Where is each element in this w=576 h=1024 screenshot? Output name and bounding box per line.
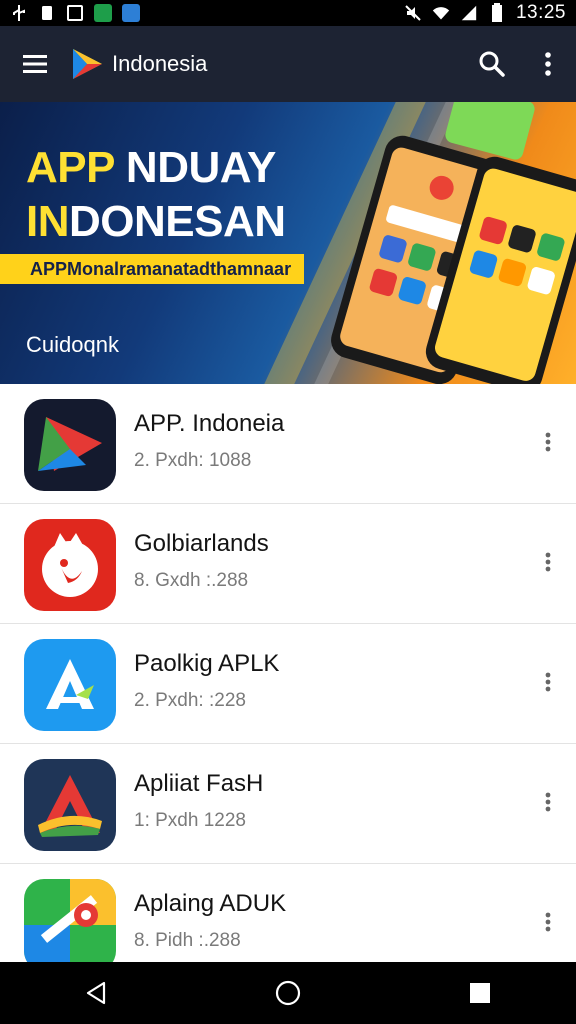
play-triangle-icon [24, 399, 116, 491]
item-name: Apliiat FasH [134, 770, 264, 797]
wifi-icon [432, 4, 450, 22]
status-right-icons: 13:25 [404, 2, 566, 24]
triangle-a-icon [24, 759, 116, 851]
more-vert-icon [545, 912, 551, 932]
more-vert-icon [545, 672, 551, 692]
banner-headline-2: INDONESAN [26, 197, 286, 246]
clock: 13:25 [515, 2, 566, 23]
item-name: APP. Indoneia [134, 410, 285, 437]
item-text: APP. Indoneia 2. Pxdh: 1088 [134, 410, 284, 472]
letter-a-icon [24, 639, 116, 731]
home-icon [275, 980, 301, 1006]
item-more-button[interactable] [536, 660, 560, 704]
signal-icon [460, 4, 478, 22]
list-item[interactable]: APP. Indoneia 2. Pxdh: 1088 [0, 384, 576, 504]
usb-icon [10, 4, 28, 22]
search-button[interactable] [464, 26, 520, 102]
item-name: Aplaing ADUK [134, 890, 287, 917]
home-button[interactable] [258, 962, 318, 1024]
item-meta: 2. Pxdh: :228 [134, 690, 246, 711]
menu-icon [23, 55, 47, 73]
app-blue-icon [122, 4, 140, 22]
banner-subtitle: Cuidoqnk [26, 332, 119, 357]
more-vert-icon [545, 432, 551, 452]
item-name: Golbiarlands [134, 530, 269, 557]
recents-icon [470, 983, 490, 1003]
item-text: Apliiat FasH 1: Pxdh 1228 [134, 770, 263, 832]
back-icon [86, 981, 106, 1005]
menu-button[interactable] [0, 26, 70, 102]
list-item[interactable]: Apliiat FasH 1: Pxdh 1228 [0, 744, 576, 864]
item-more-button[interactable] [536, 540, 560, 584]
app-title: Indonesia [112, 51, 208, 76]
sim-icon [38, 4, 56, 22]
app-green-icon [94, 4, 112, 22]
battery-icon [488, 3, 506, 22]
more-vert-icon [545, 552, 551, 572]
item-meta: 2. Pxdh: 1088 [134, 450, 252, 471]
back-button[interactable] [66, 962, 126, 1024]
phones-illustration [331, 102, 576, 384]
promo-banner[interactable]: APP NDUAY INDONESAN APPMonalramanatadtha… [0, 102, 576, 384]
overflow-menu-button[interactable] [520, 26, 576, 102]
list-item[interactable]: Aplaing ADUK 8. Pidh :.288 [0, 864, 576, 962]
map-pin-icon [24, 879, 116, 962]
item-meta: 8. Pidh :.288 [134, 930, 241, 951]
banner-strip: APPMonalramanatadthamnaar [0, 254, 304, 284]
mascot-icon [24, 519, 116, 611]
play-triangle-logo [73, 49, 102, 79]
list-item[interactable]: Paolkig APLK 2. Pxdh: :228 [0, 624, 576, 744]
item-name: Paolkig APLK [134, 650, 280, 677]
app-bar: Indonesia [0, 26, 576, 102]
item-meta: 1: Pxdh 1228 [134, 810, 246, 831]
item-more-button[interactable] [536, 420, 560, 464]
item-more-button[interactable] [536, 900, 560, 944]
banner-headline-1: APP NDUAY [26, 143, 276, 192]
status-left-icons [10, 4, 140, 22]
mute-icon [404, 4, 422, 22]
item-text: Paolkig APLK 2. Pxdh: :228 [134, 650, 279, 712]
status-bar: 13:25 [0, 0, 576, 26]
item-text: Golbiarlands 8. Gxdh :.288 [134, 530, 269, 592]
item-more-button[interactable] [536, 780, 560, 824]
app-list: APP. Indoneia 2. Pxdh: 1088 Golbiarlands… [0, 384, 576, 962]
item-text: Aplaing ADUK 8. Pidh :.288 [134, 890, 286, 952]
system-nav-bar [0, 962, 576, 1024]
notification-icon [66, 4, 84, 22]
list-item[interactable]: Golbiarlands 8. Gxdh :.288 [0, 504, 576, 624]
item-meta: 8. Gxdh :.288 [134, 570, 249, 591]
more-vert-icon [545, 792, 551, 812]
more-vert-icon [545, 52, 551, 76]
recents-button[interactable] [450, 962, 510, 1024]
search-icon [479, 51, 505, 77]
